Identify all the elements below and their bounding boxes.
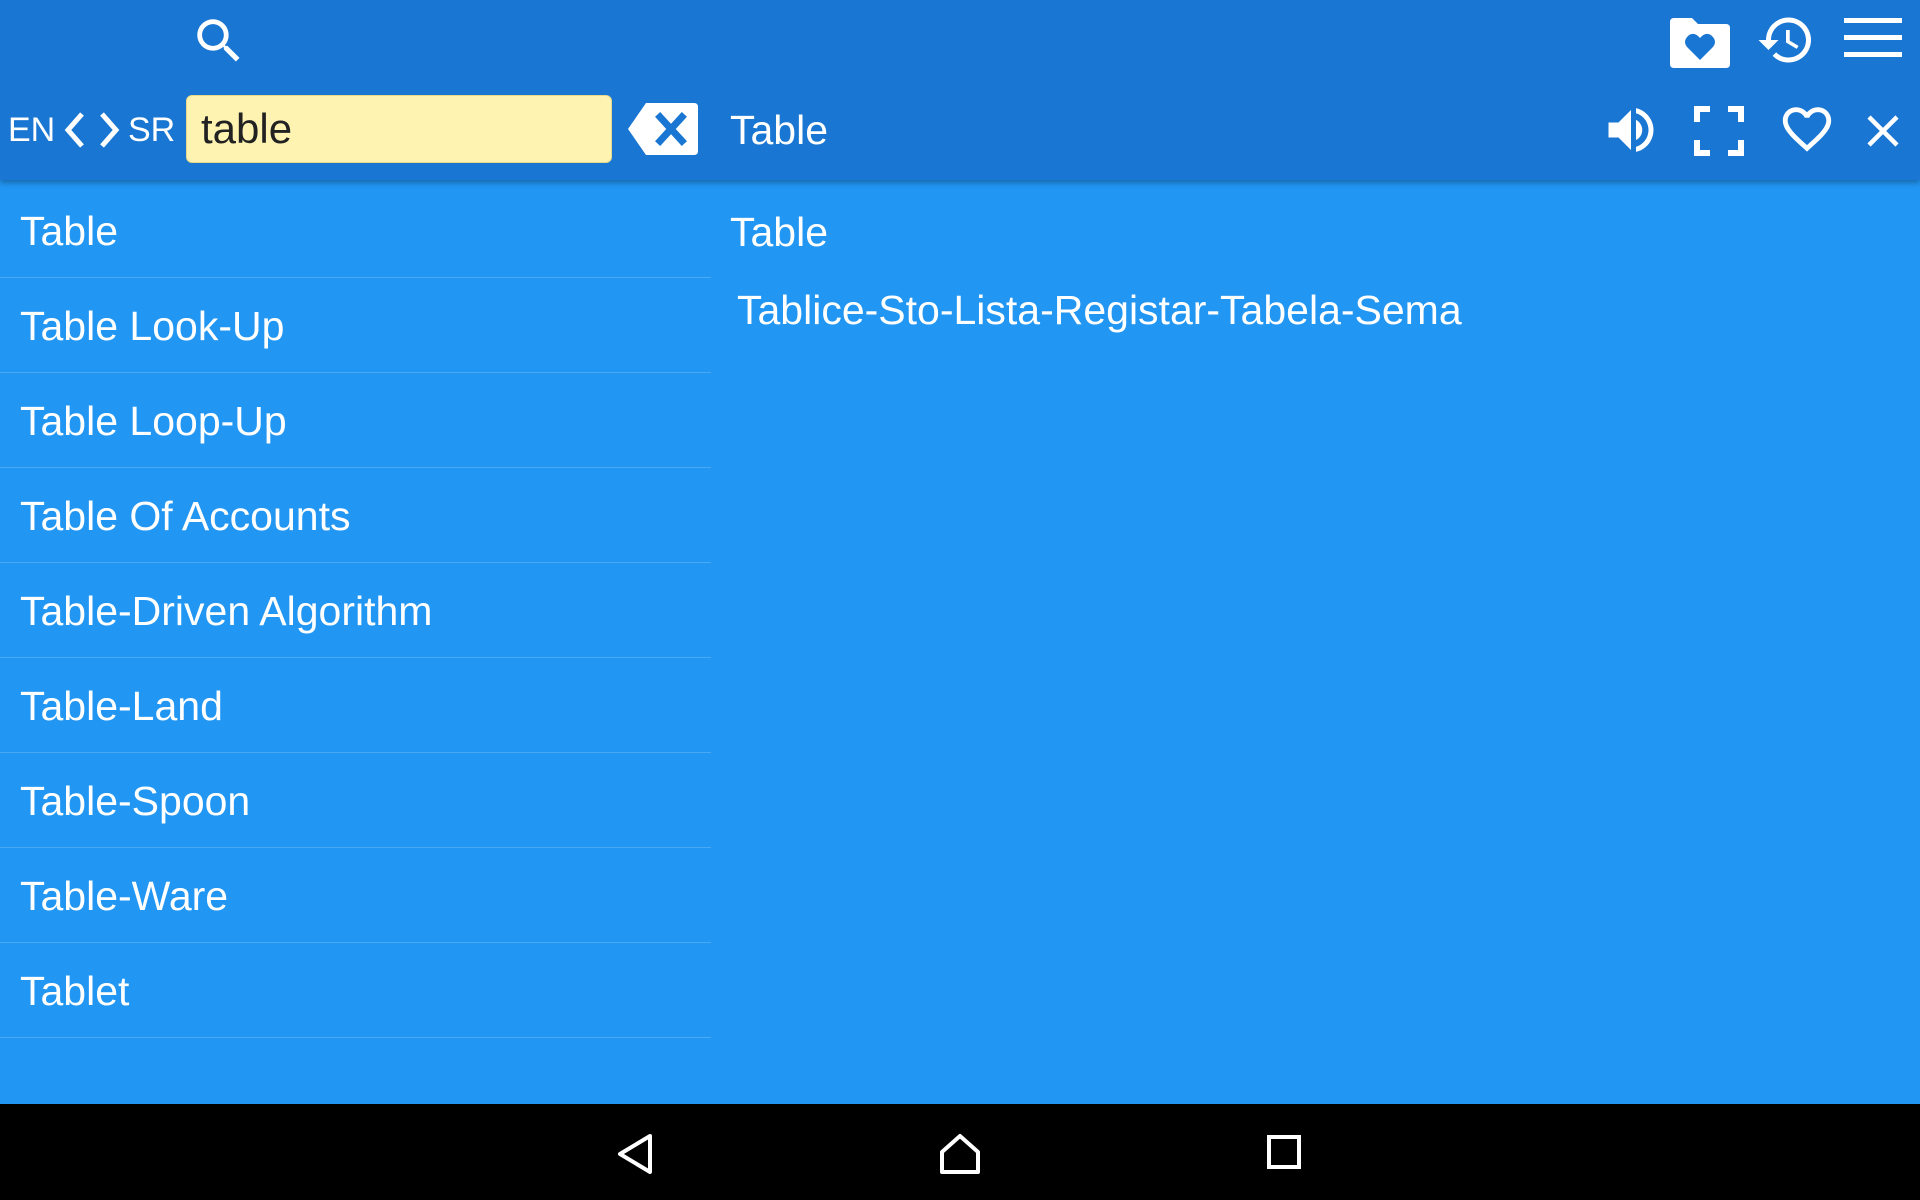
result-item[interactable]: Table	[0, 184, 711, 278]
recents-square-icon[interactable]	[1266, 1134, 1302, 1170]
detail-translation: Tablice-Sto-Lista-Registar-Tabela-Sema	[737, 287, 1462, 333]
detail-headword: Table	[730, 209, 829, 255]
search-input[interactable]	[186, 95, 612, 163]
result-item[interactable]: Table Look-Up	[0, 279, 711, 373]
menu-icon[interactable]	[1844, 16, 1902, 60]
back-triangle-icon[interactable]	[614, 1132, 658, 1176]
system-navigation-bar	[0, 1104, 1920, 1200]
result-item[interactable]: Table-Land	[0, 659, 711, 753]
close-icon[interactable]	[1866, 114, 1900, 148]
result-item[interactable]: Table Of Accounts	[0, 469, 711, 563]
result-item[interactable]: Table-Driven Algorithm	[0, 564, 711, 658]
target-language[interactable]: SR	[128, 105, 175, 155]
results-list: Table Table Look-Up Table Loop-Up Table …	[0, 184, 711, 1039]
header-title: Table	[730, 107, 829, 153]
search-icon[interactable]	[190, 12, 248, 70]
result-item[interactable]: Table Loop-Up	[0, 374, 711, 468]
speaker-icon[interactable]	[1600, 100, 1662, 160]
history-icon[interactable]	[1754, 10, 1818, 70]
home-icon[interactable]	[938, 1132, 982, 1176]
swap-arrows-icon[interactable]	[60, 110, 124, 150]
clear-backspace-icon[interactable]	[626, 101, 700, 157]
fullscreen-icon[interactable]	[1694, 106, 1744, 156]
heart-icon[interactable]	[1776, 100, 1838, 158]
result-item[interactable]: Tablet	[0, 944, 711, 1038]
result-item[interactable]: Table-Ware	[0, 849, 711, 943]
favorites-folder-icon[interactable]	[1668, 12, 1732, 70]
result-item[interactable]: Table-Spoon	[0, 754, 711, 848]
source-language[interactable]: EN	[8, 105, 55, 155]
app-toolbar: EN SR Table	[0, 0, 1920, 180]
